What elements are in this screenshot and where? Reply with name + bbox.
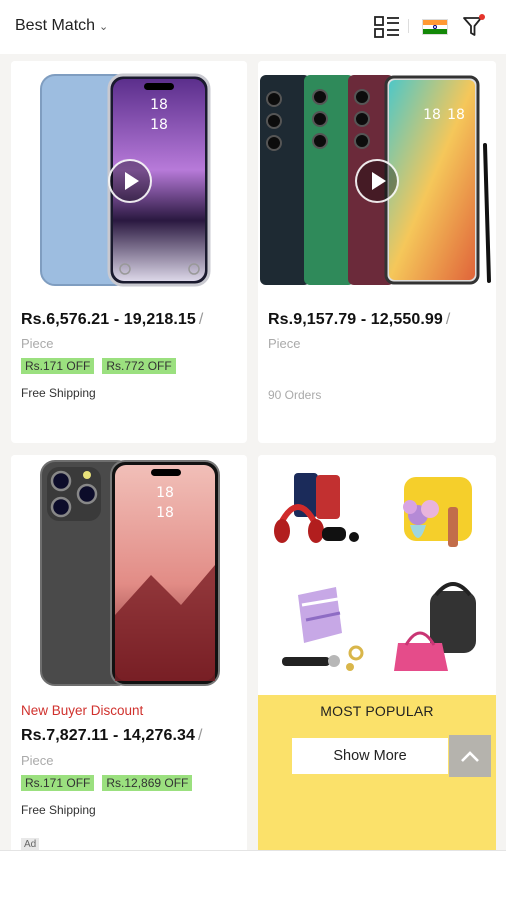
price-separator: / xyxy=(445,311,451,328)
price-unit: Piece xyxy=(268,336,301,351)
phone-time: 18 xyxy=(423,107,441,123)
india-flag-icon[interactable] xyxy=(422,19,448,35)
most-popular-card[interactable]: MOST POPULAR Show More xyxy=(258,455,496,855)
price-value: Rs.9,157.79 - 12,550.99 xyxy=(268,311,443,328)
price: Rs.6,576.21 - 19,218.15/ xyxy=(21,311,203,329)
price: Rs.9,157.79 - 12,550.99/ xyxy=(268,311,450,329)
coupon-list: Rs.171 OFF Rs.772 OFF xyxy=(21,358,176,374)
bottom-bar xyxy=(0,850,506,900)
phone-time: 18 xyxy=(150,117,168,133)
show-more-button[interactable]: Show More xyxy=(292,738,448,774)
price-separator: / xyxy=(198,311,204,328)
price-unit: Piece xyxy=(21,753,54,768)
phone-time: 18 xyxy=(150,97,168,113)
product-card[interactable]: 18 18 Rs.9,157.79 - 12,550.99/ Piece 90 … xyxy=(258,61,496,443)
product-image[interactable]: 18 18 xyxy=(11,455,247,695)
chevron-down-icon: ⌄ xyxy=(99,21,109,33)
chevron-up-icon xyxy=(461,751,479,762)
phone-time: 18 xyxy=(156,505,174,521)
new-buyer-badge: New Buyer Discount xyxy=(21,703,144,718)
popular-products-collage[interactable] xyxy=(258,455,496,695)
sort-label: Best Match xyxy=(15,17,96,34)
price-value: Rs.6,576.21 - 19,218.15 xyxy=(21,311,196,328)
cushion-image xyxy=(403,477,472,547)
top-bar: Best Match ⌄ xyxy=(0,0,506,54)
product-card[interactable]: 18 18 New Buyer Discount Rs.7,827.11 - 1… xyxy=(11,455,247,855)
filter-icon[interactable] xyxy=(462,13,486,39)
coupon-badge[interactable]: Rs.772 OFF xyxy=(102,358,176,374)
phone-time: 18 xyxy=(447,107,465,123)
phone-time: 18 xyxy=(156,485,174,501)
grid-view-icon[interactable] xyxy=(374,15,400,39)
coupon-badge[interactable]: Rs.171 OFF xyxy=(21,775,95,791)
back-to-top-button[interactable] xyxy=(449,735,491,777)
most-popular-title: MOST POPULAR xyxy=(320,703,434,719)
price-value: Rs.7,827.11 - 14,276.34 xyxy=(21,727,195,744)
price-unit: Piece xyxy=(21,336,54,351)
coupon-badge[interactable]: Rs.12,869 OFF xyxy=(102,775,193,791)
sort-dropdown[interactable]: Best Match ⌄ xyxy=(15,17,108,35)
play-video-icon[interactable] xyxy=(108,159,152,203)
divider xyxy=(408,19,409,33)
orders-count: 90 Orders xyxy=(268,388,322,402)
coupon-badge[interactable]: Rs.171 OFF xyxy=(21,358,95,374)
shipping-label: Free Shipping xyxy=(21,803,96,817)
play-video-icon[interactable] xyxy=(355,159,399,203)
price: Rs.7,827.11 - 14,276.34/ xyxy=(21,727,203,745)
price-separator: / xyxy=(198,727,203,744)
product-card[interactable]: 18 18 Rs.6,576.21 - 19,218.15/ Piece Rs.… xyxy=(11,61,247,443)
coupon-list: Rs.171 OFF Rs.12,869 OFF xyxy=(21,775,193,791)
shipping-label: Free Shipping xyxy=(21,386,96,400)
